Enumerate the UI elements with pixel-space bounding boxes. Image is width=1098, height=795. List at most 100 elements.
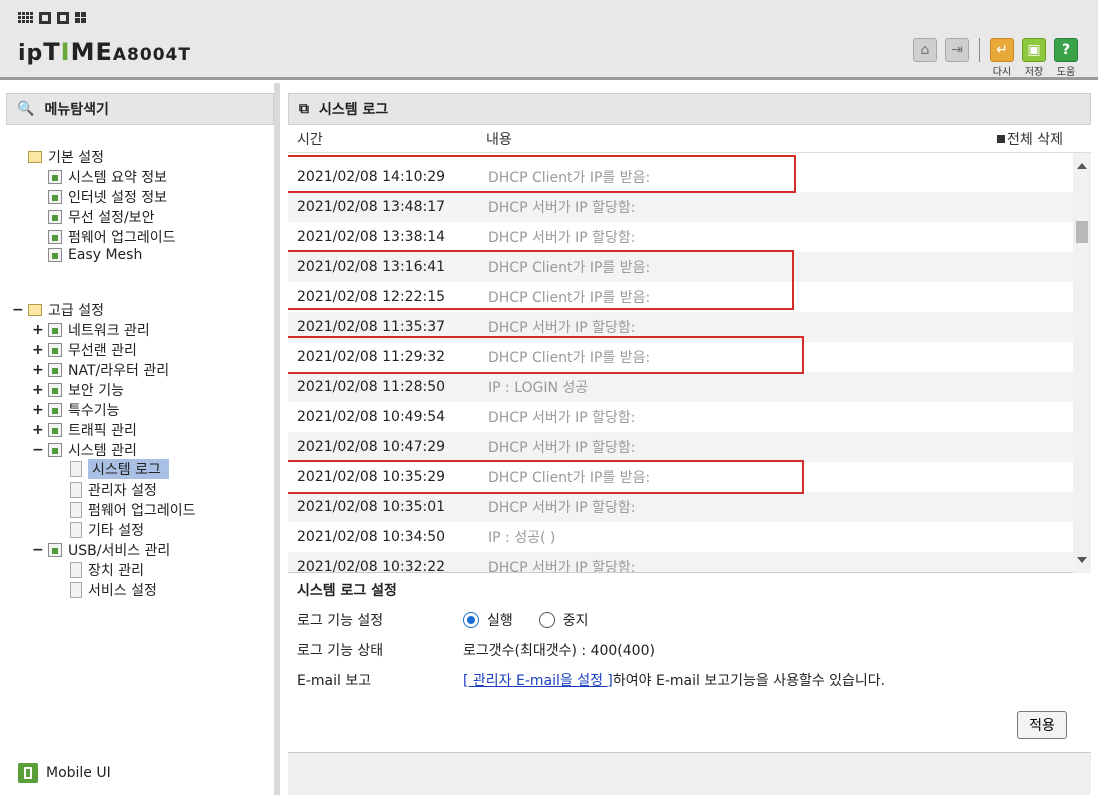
expand-icon[interactable]: + (32, 402, 44, 418)
mobile-ui-label: Mobile UI (46, 765, 111, 781)
collapse-icon[interactable]: − (12, 302, 24, 318)
expand-icon[interactable]: + (32, 382, 44, 398)
tree-label: 특수기능 (68, 403, 120, 419)
tree-label: 시스템 요약 정보 (68, 170, 168, 186)
mesh-icon (48, 248, 62, 262)
log-status-label: 로그 기능 상태 (297, 643, 384, 659)
collapse-icon[interactable]: − (32, 442, 44, 458)
log-row: 2021/02/08 10:49:54 DHCP 서버가 IP 할당함: (288, 402, 1073, 432)
tree-item-network[interactable]: + 네트워크 관리 (32, 320, 150, 340)
menu-explorer-sidebar: 🔍 메뉴탐색기 기본 설정 시스템 요약 정보 인터넷 설정 정보 무선 설정/… (0, 83, 280, 795)
tree-item-internet-info[interactable]: 인터넷 설정 정보 (48, 187, 167, 207)
tree-item-device-management[interactable]: 장치 관리 (70, 560, 144, 580)
radio-stop-label[interactable]: 중지 (563, 610, 589, 630)
tree-label: 기본 설정 (48, 150, 104, 166)
tree-label: USB/서비스 관리 (68, 543, 171, 559)
highlight-box (288, 336, 804, 374)
logout-icon[interactable]: ⇥ (945, 38, 969, 62)
page-icon (70, 482, 82, 498)
tree-item-wlan[interactable]: + 무선랜 관리 (32, 340, 137, 360)
log-message: DHCP 서버가 IP 할당함: (488, 320, 636, 336)
tree-item-admin-settings[interactable]: 관리자 설정 (70, 480, 157, 500)
log-message: DHCP 서버가 IP 할당함: (488, 230, 636, 246)
special-icon (48, 403, 62, 417)
expand-icon[interactable]: + (32, 362, 44, 378)
tree-item-system-summary[interactable]: 시스템 요약 정보 (48, 167, 167, 187)
log-time: 2021/02/08 10:32:22 (297, 559, 446, 573)
undo-label: 다시 (992, 67, 1012, 78)
log-message: DHCP 서버가 IP 할당함: (488, 560, 636, 573)
tree-item-easy-mesh[interactable]: Easy Mesh (48, 247, 142, 263)
log-scrollbar[interactable] (1073, 153, 1091, 573)
expand-icon[interactable]: + (32, 322, 44, 338)
tree-item-system-management[interactable]: − 시스템 관리 (32, 440, 137, 460)
tree-label: 관리자 설정 (88, 483, 157, 499)
tree-label: NAT/라우터 관리 (68, 363, 170, 379)
scroll-down-icon[interactable] (1077, 557, 1087, 563)
main-panel: ⧉ 시스템 로그 시간 내용 전체 삭제 2021/02/08 14:10:29… (288, 93, 1091, 795)
log-list[interactable]: 2021/02/08 14:10:29 DHCP Client가 IP를 받음:… (288, 153, 1091, 573)
header-divider (979, 38, 980, 62)
tree-item-traffic[interactable]: + 트래픽 관리 (32, 420, 137, 440)
log-time: 2021/02/08 10:47:29 (297, 439, 446, 455)
settings-title: 시스템 로그 설정 (297, 583, 397, 599)
highlight-box (288, 460, 804, 494)
tree-item-system-log[interactable]: 시스템 로그 (70, 459, 169, 479)
log-status-value: 로그갯수(최대갯수) : 400(400) (463, 643, 655, 659)
undo-button[interactable]: ↵ 다시 (990, 38, 1014, 78)
log-column-headers: 시간 내용 전체 삭제 (288, 125, 1091, 153)
tree-item-firmware-upgrade[interactable]: 펌웨어 업그레이드 (70, 500, 196, 520)
scroll-up-icon[interactable] (1077, 163, 1087, 169)
collapse-icon[interactable]: − (32, 542, 44, 558)
log-row: 2021/02/08 10:34:50 IP : 성공( ) (288, 522, 1073, 552)
tree-label: 무선 설정/보안 (68, 210, 155, 226)
save-icon: ▣ (1022, 38, 1046, 62)
help-button[interactable]: ? 도움 (1054, 38, 1078, 78)
scroll-thumb[interactable] (1076, 221, 1088, 243)
column-time: 시간 (297, 131, 323, 148)
mobile-ui-link[interactable]: Mobile UI (18, 763, 111, 783)
app-header: ipTIMEA8004T ⌂ ⇥ ↵ 다시 ▣ 저장 ? 도움 (0, 0, 1098, 80)
tree-label: 네트워크 관리 (68, 323, 150, 339)
tree-label: 장치 관리 (88, 563, 144, 579)
usb-icon (48, 543, 62, 557)
tree-item-firmware-basic[interactable]: 펌웨어 업그레이드 (48, 227, 176, 247)
radio-run[interactable] (463, 612, 479, 628)
folder-icon (28, 304, 42, 316)
log-message: IP : LOGIN 성공 (488, 380, 589, 396)
admin-email-link[interactable]: [ 관리자 E-mail을 설정 ] (463, 670, 613, 690)
expand-icon[interactable]: + (32, 422, 44, 438)
clear-all-label: 전체 삭제 (1007, 131, 1063, 148)
system-log-header: ⧉ 시스템 로그 (288, 93, 1091, 125)
tree-item-security[interactable]: + 보안 기능 (32, 380, 124, 400)
mobile-icon (18, 763, 38, 783)
page-icon (70, 562, 82, 578)
expand-icon[interactable]: + (32, 342, 44, 358)
tree-advanced-settings[interactable]: − 고급 설정 (12, 300, 104, 320)
tree-label: 인터넷 설정 정보 (68, 190, 168, 206)
save-button[interactable]: ▣ 저장 (1022, 38, 1046, 78)
radio-stop[interactable] (538, 612, 555, 628)
footer-strip (288, 752, 1091, 795)
network-icon (48, 323, 62, 337)
tree-item-special[interactable]: + 특수기능 (32, 400, 120, 420)
save-label: 저장 (1024, 67, 1044, 78)
apply-button[interactable]: 적용 (1017, 711, 1067, 739)
log-message: IP : 성공( ) (488, 530, 556, 546)
tree-item-service-settings[interactable]: 서비스 설정 (70, 580, 157, 600)
radio-run-label[interactable]: 실행 (487, 610, 513, 630)
tree-item-wireless-security[interactable]: 무선 설정/보안 (48, 207, 154, 227)
log-row: 2021/02/08 13:48:17 DHCP 서버가 IP 할당함: (288, 192, 1073, 222)
tree-item-other-settings[interactable]: 기타 설정 (70, 520, 144, 540)
clear-all-button[interactable]: 전체 삭제 (997, 129, 1063, 149)
log-status-row: 로그 기능 상태 로그갯수(최대갯수) : 400(400) (297, 640, 655, 660)
wifi-icon (48, 343, 62, 357)
log-message: DHCP 서버가 IP 할당함: (488, 200, 636, 216)
tree-item-nat-router[interactable]: + NAT/라우터 관리 (32, 360, 169, 380)
tree-basic-settings[interactable]: 기본 설정 (28, 147, 104, 167)
folder-icon (28, 151, 42, 163)
tree-item-usb-service[interactable]: − USB/서비스 관리 (32, 540, 170, 560)
home-icon[interactable]: ⌂ (913, 38, 937, 62)
column-content: 내용 (486, 131, 512, 148)
tree-label: Easy Mesh (68, 247, 143, 263)
